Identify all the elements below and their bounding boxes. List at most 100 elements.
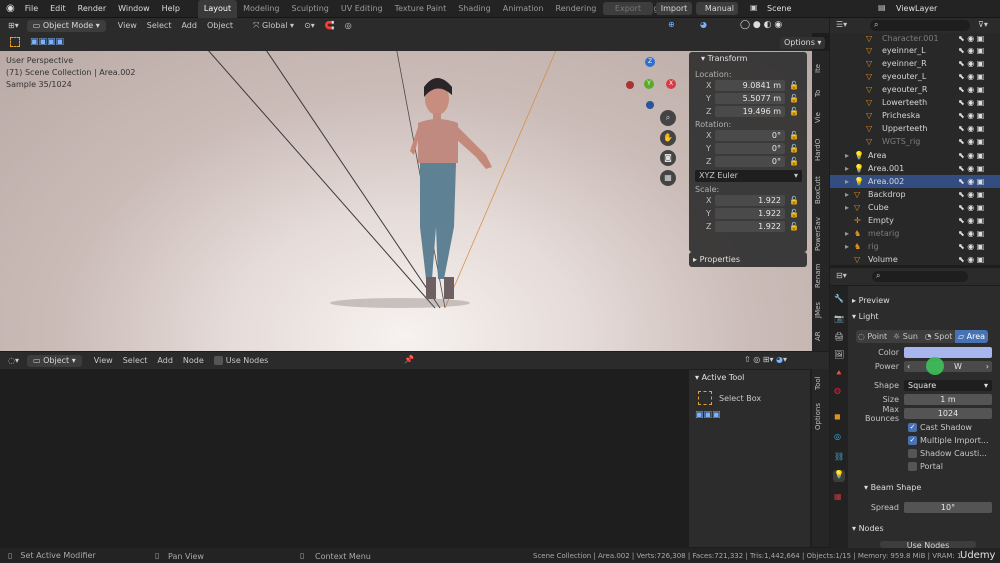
constraints-tab-icon[interactable]: ⛓ [834, 452, 844, 461]
use-nodes-checkbox[interactable]: Use Nodes [213, 356, 268, 365]
rotation-z-field[interactable]: 0° [715, 156, 785, 167]
filter-icon[interactable]: ⊽▾ [978, 20, 988, 29]
tab-ar[interactable]: AR [814, 327, 827, 345]
rotation-z-row[interactable]: Z 0° 🔓 [689, 155, 807, 168]
render-tab-icon[interactable]: 📷 [834, 314, 844, 323]
scene-icon[interactable]: ▣ [750, 3, 758, 12]
tab-uv-editing[interactable]: UV Editing [335, 0, 389, 18]
transform-header[interactable]: ▾ Transform [689, 52, 807, 66]
view-layer-tab-icon[interactable]: 🖼 [834, 350, 844, 359]
scale-y-field[interactable]: 1.922 [715, 208, 785, 219]
visibility-icons[interactable]: ⬉ ◉ ▣ [958, 111, 984, 120]
rotation-y-field[interactable]: 0° [715, 143, 785, 154]
outliner-row[interactable]: ▽ Pricheska ⬉ ◉ ▣ [830, 109, 1000, 122]
shader-menu-add[interactable]: Add [157, 356, 173, 365]
lock-icon[interactable]: 🔓 [789, 222, 799, 231]
scale-z-field[interactable]: 1.922 [715, 221, 785, 232]
tab-powersave[interactable]: PowerSav [814, 213, 827, 255]
tab-tool[interactable]: To [814, 83, 827, 103]
options-dropdown[interactable]: Options ▾ [780, 37, 826, 49]
outliner-row[interactable]: ▽ eyeouter_L ⬉ ◉ ▣ [830, 70, 1000, 83]
visibility-icons[interactable]: ⬉ ◉ ▣ [958, 46, 984, 55]
visibility-icons[interactable]: ⬉ ◉ ▣ [958, 72, 984, 81]
scene-tab-icon[interactable]: 🔺 [834, 368, 844, 377]
expand-arrow-icon[interactable]: ▸ [845, 203, 849, 212]
menu-object[interactable]: Object [207, 21, 233, 30]
menu-select[interactable]: Select [147, 21, 172, 30]
gizmo-neg-z[interactable] [646, 101, 654, 109]
lock-icon[interactable]: 🔓 [789, 107, 799, 116]
scene-name[interactable]: Scene [767, 4, 791, 13]
camera-view-icon[interactable]: ◙ [660, 150, 676, 166]
tab-rendering[interactable]: Rendering [550, 0, 603, 18]
lock-icon[interactable]: 🔓 [789, 209, 799, 218]
texture-tab-icon[interactable]: ▦ [834, 492, 842, 501]
menu-window[interactable]: Window [112, 4, 156, 13]
tab-layout[interactable]: Layout [197, 0, 238, 18]
menu-render[interactable]: Render [72, 4, 112, 13]
scale-x-field[interactable]: 1.922 [715, 195, 785, 206]
pivot-icon[interactable]: ⊙▾ [304, 21, 315, 30]
menu-edit[interactable]: Edit [44, 4, 72, 13]
shader-menu-view[interactable]: View [94, 356, 113, 365]
properties-search-field[interactable]: ⌕ [872, 271, 968, 282]
physics-tab-icon[interactable]: ◎ [834, 432, 841, 441]
editor-type-icon[interactable]: ⊞▾ [8, 21, 19, 30]
shader-menu-select[interactable]: Select [123, 356, 148, 365]
visibility-icons[interactable]: ⬉ ◉ ▣ [958, 242, 984, 251]
world-tab-icon[interactable]: ◍ [834, 386, 841, 395]
lock-icon[interactable]: 🔓 [789, 94, 799, 103]
lock-icon[interactable]: 🔓 [789, 196, 799, 205]
outliner-row[interactable]: ▽ eyeinner_L ⬉ ◉ ▣ [830, 44, 1000, 57]
tab-options-vertical[interactable]: Options [814, 401, 827, 431]
outliner-row[interactable]: ▸ ♞ rig ⬉ ◉ ▣ [830, 240, 1000, 253]
pin-icon[interactable]: 📌 [404, 355, 414, 364]
shader-menu-node[interactable]: Node [183, 356, 204, 365]
visibility-icons[interactable]: ⬉ ◉ ▣ [958, 177, 984, 186]
visibility-icons[interactable]: ⬉ ◉ ▣ [958, 137, 984, 146]
shape-dropdown[interactable]: Square ▾ [904, 380, 992, 391]
visibility-icons[interactable]: ⬉ ◉ ▣ [958, 151, 984, 160]
rotation-y-row[interactable]: Y 0° 🔓 [689, 142, 807, 155]
gizmo-toggle-icon[interactable]: ⊕ [668, 20, 675, 29]
menu-view[interactable]: View [118, 21, 137, 30]
expand-arrow-icon[interactable]: ▸ [845, 177, 849, 186]
visibility-icons[interactable]: ⬉ ◉ ▣ [958, 34, 984, 43]
properties-panel-header[interactable]: ▸ Properties [689, 252, 807, 267]
export-button[interactable]: Export [603, 2, 653, 15]
expand-arrow-icon[interactable]: ▸ [845, 229, 849, 238]
shader-editor-type-icon[interactable]: ◌▾ [8, 356, 19, 365]
location-z-row[interactable]: Z 19.496 m 🔓 [689, 105, 807, 118]
pan-hand-icon[interactable]: ✋ [660, 130, 676, 146]
object-tab-icon[interactable]: ◼ [834, 412, 841, 421]
use-nodes-button[interactable]: Use Nodes [880, 541, 976, 548]
lock-icon[interactable]: 🔓 [789, 131, 799, 140]
visibility-icons[interactable]: ⬉ ◉ ▣ [958, 255, 984, 264]
tab-hardops[interactable]: HardO [814, 135, 827, 165]
zoom-icon[interactable]: ⌕ [660, 110, 676, 126]
lock-icon[interactable]: 🔓 [789, 144, 799, 153]
outliner-row[interactable]: ▽ Upperteeth ⬉ ◉ ▣ [830, 122, 1000, 135]
visibility-icons[interactable]: ⬉ ◉ ▣ [958, 59, 984, 68]
tab-sculpting[interactable]: Sculpting [286, 0, 335, 18]
expand-arrow-icon[interactable]: ▸ [845, 164, 849, 173]
visibility-icons[interactable]: ⬉ ◉ ▣ [958, 164, 984, 173]
lock-icon[interactable]: 🔓 [789, 157, 799, 166]
light-type-point[interactable]: ◌ Point [856, 330, 889, 343]
expand-arrow-icon[interactable]: ▸ [845, 242, 849, 251]
visibility-icons[interactable]: ⬉ ◉ ▣ [958, 124, 984, 133]
tab-animation[interactable]: Animation [497, 0, 550, 18]
power-field[interactable]: ‹ W › [904, 357, 992, 375]
outliner-row[interactable]: ▽ Volume ⬉ ◉ ▣ [830, 253, 1000, 266]
tab-texture-paint[interactable]: Texture Paint [389, 0, 453, 18]
cast-shadow-checkbox[interactable]: ✓ Cast Shadow [908, 423, 972, 432]
expand-arrow-icon[interactable]: ▸ [845, 151, 849, 160]
select-box-icon[interactable] [698, 391, 712, 405]
location-z-field[interactable]: 19.496 m [715, 106, 785, 117]
scale-y-row[interactable]: Y 1.922 🔓 [689, 207, 807, 220]
tab-view[interactable]: Vie [814, 107, 827, 129]
rotation-x-row[interactable]: X 0° 🔓 [689, 129, 807, 142]
tab-boxcutter[interactable]: BoxCutt [814, 171, 827, 209]
light-section[interactable]: ▾ Light [852, 310, 879, 324]
rotation-mode-dropdown[interactable]: XYZ Euler ▾ [695, 170, 802, 182]
